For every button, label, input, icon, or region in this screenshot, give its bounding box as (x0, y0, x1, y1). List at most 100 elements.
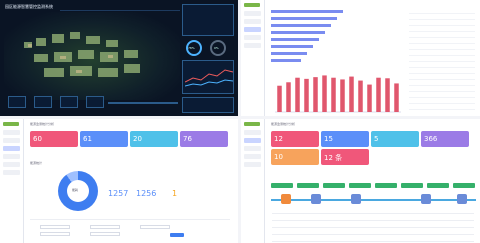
status-pill[interactable] (427, 183, 449, 188)
right-table (409, 8, 475, 112)
device-icon (311, 194, 321, 204)
chart-bar (322, 75, 327, 112)
hud-card (34, 96, 52, 108)
progress-bar (271, 17, 337, 20)
sidebar (241, 0, 265, 116)
filter-input[interactable] (90, 225, 120, 229)
progress-bar (271, 24, 331, 27)
stat-tile[interactable]: 12 条 (321, 149, 369, 165)
stat-tile[interactable]: 366 (421, 131, 469, 147)
progress-bar (271, 59, 301, 62)
tile-value: 12 (274, 135, 283, 143)
filter-input[interactable] (140, 225, 170, 229)
device-icon (421, 194, 431, 204)
status-pill[interactable] (401, 183, 423, 188)
sidebar-item[interactable] (3, 154, 20, 159)
top-stats-bar (60, 3, 180, 11)
section-title: 能源统计 (30, 161, 43, 165)
chart-bar (304, 78, 309, 112)
stat-tile[interactable]: 20 (130, 131, 178, 147)
tile-value: 61 (83, 135, 92, 143)
gauge-value: 0% (214, 46, 219, 50)
donut-label: 能耗 (72, 188, 79, 192)
table-row (272, 241, 474, 242)
sidebar-item[interactable] (244, 138, 261, 143)
stat-tile[interactable]: 60 (30, 131, 78, 147)
workflow-panel: 能源监测统计分析 12 15 5 366 10 12 条 (241, 119, 480, 243)
stat-number: 1 (172, 189, 178, 198)
sidebar-item[interactable] (3, 146, 20, 151)
filter-input[interactable] (40, 232, 70, 236)
timeline-slider[interactable] (108, 102, 178, 104)
stats-panel: 能源监测统计分析 60 61 20 76 能源统计 能耗 1257 1256 1 (0, 119, 238, 243)
progress-bar (271, 38, 319, 41)
sidebar-item[interactable] (3, 170, 20, 175)
sidebar-item[interactable] (244, 130, 261, 135)
search-button[interactable] (170, 233, 184, 237)
hud-card (86, 96, 104, 108)
sidebar-item[interactable] (244, 27, 261, 32)
progress-bar (271, 52, 307, 55)
sidebar-item[interactable] (244, 11, 261, 16)
sidebar-item[interactable] (244, 19, 261, 24)
table-card (182, 97, 234, 113)
tile-value: 5 (374, 135, 379, 143)
campus-3d-view (4, 12, 180, 100)
sidebar-item[interactable] (3, 138, 20, 143)
stat-number: 1256 (136, 189, 157, 198)
chart-bar (340, 79, 345, 112)
status-pill[interactable] (375, 183, 397, 188)
device-icon (351, 194, 361, 204)
tile-value: 12 条 (324, 154, 343, 162)
table-row (272, 227, 474, 228)
stat-tile[interactable]: 5 (371, 131, 419, 147)
sidebar-item[interactable] (244, 43, 261, 48)
dashboard-panel: 园区能源智慧管控监测系统 78% 0% (0, 0, 238, 116)
chart-bar (358, 80, 363, 112)
tile-value: 366 (424, 135, 438, 143)
sidebar-item[interactable] (244, 162, 261, 167)
tile-value: 10 (274, 153, 283, 161)
trend-line-icon (184, 69, 234, 87)
trend-chart-card (182, 60, 234, 94)
campus-map-icon (24, 32, 140, 77)
table-row (272, 234, 474, 235)
tile-value: 20 (133, 135, 142, 143)
status-pill[interactable] (349, 183, 371, 188)
status-pill[interactable] (453, 183, 475, 188)
stat-tile[interactable]: 15 (321, 131, 369, 147)
list-chart-panel (241, 0, 480, 116)
chart-bar (277, 85, 282, 112)
sidebar (0, 119, 24, 243)
tile-value: 60 (33, 135, 42, 143)
sidebar-item[interactable] (244, 154, 261, 159)
page-title: 能源监测统计分析 (30, 122, 55, 126)
sidebar-item[interactable] (244, 146, 261, 151)
status-pill[interactable] (297, 183, 319, 188)
chart-bar (295, 77, 300, 112)
chart-bar (286, 82, 291, 112)
sidebar-item[interactable] (3, 130, 20, 135)
tile-value: 76 (183, 135, 192, 143)
stat-tile[interactable]: 61 (80, 131, 128, 147)
filter-input[interactable] (40, 225, 70, 229)
sidebar-item[interactable] (3, 162, 20, 167)
progress-bar (271, 31, 325, 34)
filter-input[interactable] (90, 232, 120, 236)
chart-bar (313, 77, 318, 112)
table-row (272, 220, 474, 221)
stat-tile[interactable]: 76 (180, 131, 228, 147)
status-pill[interactable] (323, 183, 345, 188)
bar-chart (275, 75, 401, 113)
stat-number: 1257 (108, 189, 129, 198)
sidebar-item[interactable] (244, 35, 261, 40)
chart-bar (367, 84, 372, 112)
stat-tile[interactable]: 12 (271, 131, 319, 147)
stat-tile[interactable]: 10 (271, 149, 319, 165)
chart-bar (331, 77, 336, 112)
filter-row (30, 219, 230, 239)
flow-diagram (271, 193, 476, 207)
page-title: 能源监测统计分析 (271, 122, 296, 126)
chart-bar (349, 76, 354, 112)
status-pill[interactable] (271, 183, 293, 188)
